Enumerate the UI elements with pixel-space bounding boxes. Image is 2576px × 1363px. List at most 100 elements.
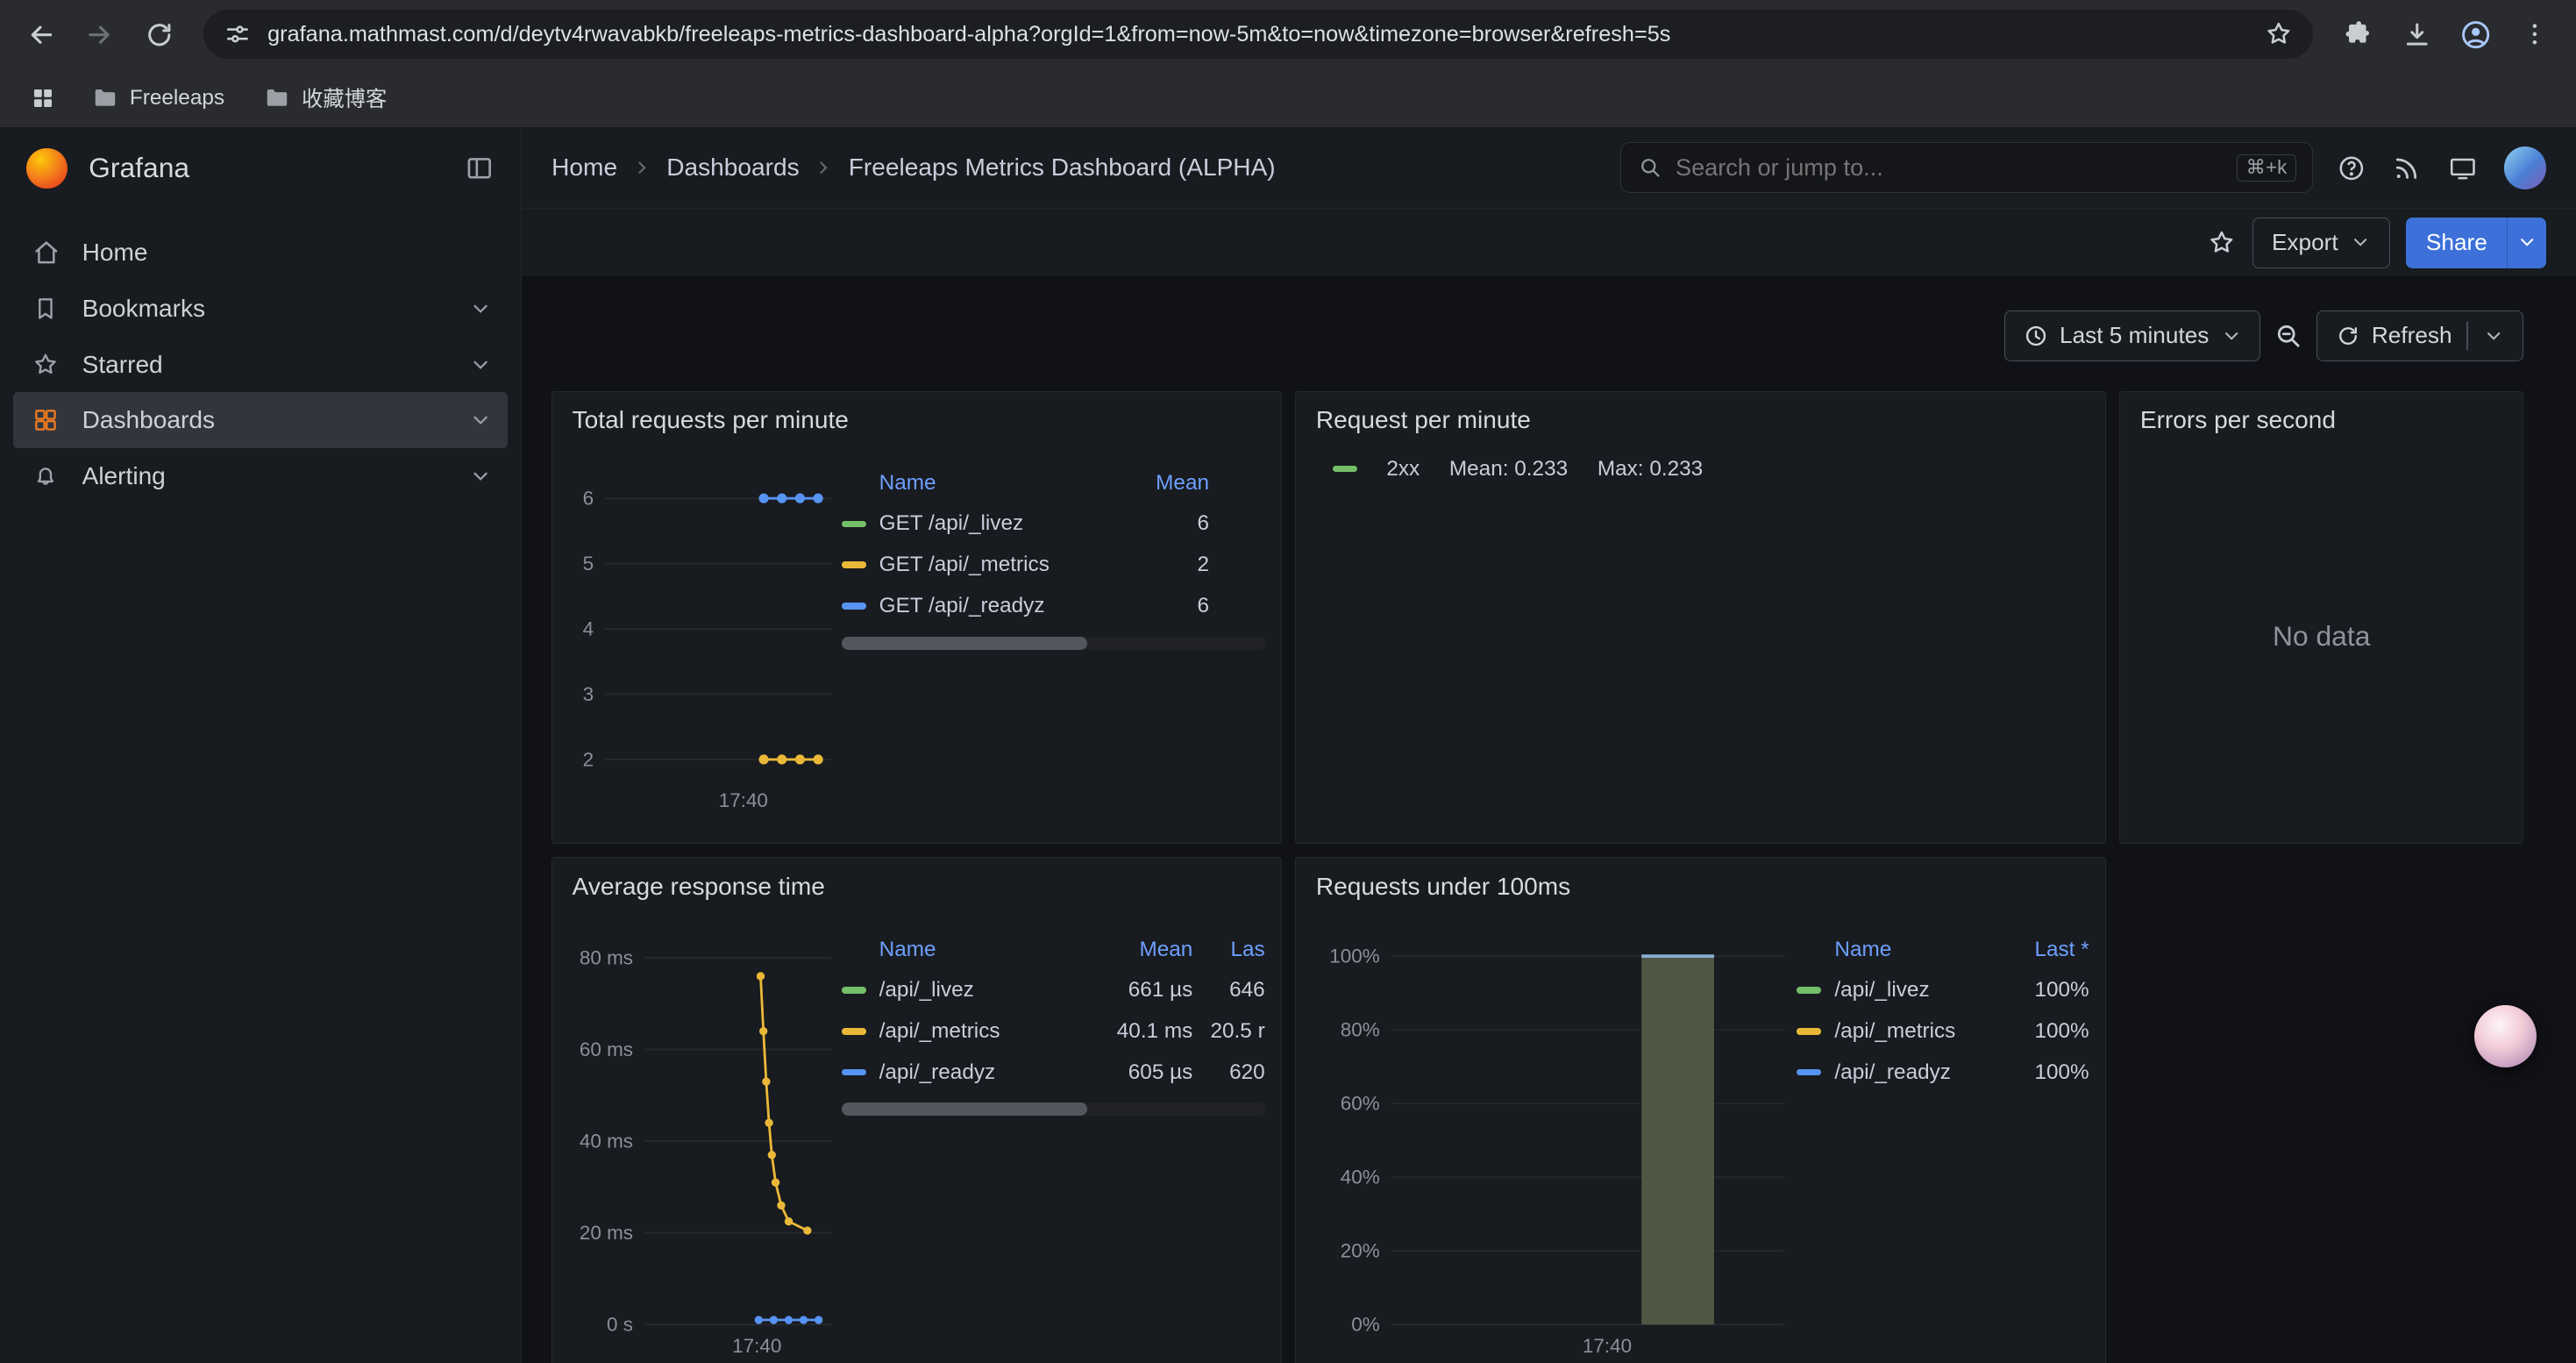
legend-row[interactable]: /api/_livez 661 µs 646 [842, 970, 1265, 1011]
monitor-icon[interactable] [2448, 153, 2478, 183]
sidebar-item-bookmarks[interactable]: Bookmarks [13, 281, 509, 337]
search-input[interactable] [1676, 153, 2224, 182]
legend-inline[interactable]: 2xx Mean: 0.233 Max: 0.233 [1313, 447, 2089, 490]
legend-scrollbar[interactable] [842, 1103, 1265, 1116]
series-mean: 6 [1134, 511, 1209, 536]
forward-icon[interactable] [72, 6, 128, 62]
legend-row[interactable]: GET /api/_metrics 2 [842, 545, 1265, 586]
legend-header-name[interactable]: Name [879, 471, 1134, 496]
series-mean: 605 µs [1100, 1060, 1192, 1085]
legend-row[interactable]: /api/_readyz 100% [1797, 1052, 2089, 1093]
requests-under-100ms-chart[interactable]: 100%80%60%40%20%0%17:40 [1313, 914, 1797, 1363]
legend-row[interactable]: /api/_metrics 100% [1797, 1011, 2089, 1053]
breadcrumb-dashboards[interactable]: Dashboards [666, 153, 799, 182]
legend-table: Name Last * /api/_livez [1797, 914, 2089, 1363]
sidebar-item-label: Dashboards [82, 406, 450, 434]
chevron-right-icon [814, 158, 833, 177]
chevron-down-icon[interactable] [469, 409, 492, 432]
grafana-logo[interactable] [26, 148, 68, 189]
floating-avatar[interactable] [2474, 1005, 2537, 1067]
breadcrumb-home[interactable]: Home [551, 153, 617, 182]
series-name: /api/_readyz [879, 1060, 1101, 1085]
series-last: 20.5 r [1192, 1019, 1264, 1044]
avg-response-time-chart[interactable]: 80 ms60 ms40 ms20 ms0 s17:40 [569, 914, 842, 1363]
search-box[interactable]: ⌘+k [1620, 142, 2313, 193]
panel-title[interactable]: Request per minute [1296, 392, 2105, 448]
grafana-header: Home Dashboards Freeleaps Metrics Dashbo… [522, 128, 2575, 209]
apps-grid-icon[interactable] [19, 75, 65, 121]
series-last: 646 [1192, 978, 1264, 1003]
bookmark-star-icon[interactable] [2264, 19, 2294, 49]
scrollbar-thumb[interactable] [842, 1103, 1087, 1116]
downloads-icon[interactable] [2389, 6, 2445, 62]
time-controls: Last 5 minutes Refresh [522, 277, 2575, 390]
series-color-swatch [1333, 466, 1357, 472]
series-color-swatch [842, 1069, 866, 1075]
panel-total-requests: Total requests per minute 6543217:40 Nam… [551, 391, 1282, 845]
home-icon [30, 238, 62, 268]
legend-header-name[interactable]: Name [1834, 938, 1996, 962]
legend-row[interactable]: /api/_readyz 605 µs 620 [842, 1052, 1265, 1093]
no-data-message: No data [2120, 447, 2523, 825]
svg-text:5: 5 [582, 553, 594, 574]
series-color-swatch [842, 1028, 866, 1034]
legend-row[interactable]: /api/_metrics 40.1 ms 20.5 r [842, 1011, 1265, 1053]
back-icon[interactable] [13, 6, 69, 62]
reload-icon[interactable] [132, 6, 188, 62]
brand-name: Grafana [89, 152, 443, 184]
panel-title[interactable]: Requests under 100ms [1296, 858, 2105, 914]
legend-header-last[interactable]: Last * [1997, 938, 2089, 962]
panel-title[interactable]: Average response time [552, 858, 1281, 914]
extensions-icon[interactable] [2330, 6, 2386, 62]
favorite-star-icon[interactable] [2207, 228, 2237, 258]
chevron-down-icon[interactable] [469, 353, 492, 376]
legend-header-last[interactable]: Las [1192, 938, 1264, 962]
menu-kebab-icon[interactable] [2507, 6, 2563, 62]
user-avatar[interactable] [2504, 146, 2547, 189]
time-range-picker[interactable]: Last 5 minutes [2004, 310, 2260, 361]
panel-title[interactable]: Errors per second [2120, 392, 2523, 448]
export-button[interactable]: Export [2252, 218, 2389, 268]
sidebar-item-starred[interactable]: Starred [13, 337, 509, 393]
legend-row[interactable]: GET /api/_readyz 6 [842, 586, 1265, 627]
scrollbar-thumb[interactable] [842, 637, 1087, 650]
url-bar[interactable]: grafana.mathmast.com/d/deytv4rwavabkb/fr… [203, 10, 2313, 59]
sidebar-item-home[interactable]: Home [13, 225, 509, 282]
legend-header-mean[interactable]: Mean [1134, 471, 1209, 496]
refresh-interval-dropdown-icon[interactable] [2483, 325, 2504, 346]
folder-icon [92, 85, 118, 111]
sidebar-item-alerting[interactable]: Alerting [13, 448, 509, 504]
chevron-down-icon[interactable] [469, 297, 492, 320]
chevron-down-icon[interactable] [469, 465, 492, 488]
legend-header-name[interactable]: Name [879, 938, 1101, 962]
series-color-swatch [842, 603, 866, 609]
site-controls-icon[interactable] [224, 20, 252, 48]
sidebar-item-dashboards[interactable]: Dashboards [13, 392, 509, 448]
sidebar-toggle-icon[interactable] [464, 153, 495, 184]
legend-row[interactable]: GET /api/_livez 6 [842, 503, 1265, 545]
share-label: Share [2426, 229, 2487, 256]
url-text[interactable]: grafana.mathmast.com/d/deytv4rwavabkb/fr… [267, 22, 2247, 47]
legend-header-mean[interactable]: Mean [1100, 938, 1192, 962]
svg-text:2: 2 [582, 749, 594, 771]
panel-grid: Total requests per minute 6543217:40 Nam… [522, 391, 2575, 1363]
news-rss-icon[interactable] [2392, 153, 2422, 183]
sidebar-item-label: Starred [82, 351, 450, 379]
series-max: Max: 0.233 [1598, 457, 1703, 482]
divider [2466, 322, 2468, 350]
bookmark-folder-blogs[interactable]: 收藏博客 [251, 76, 400, 120]
sidebar-menu: Home Bookmarks Starred Dashboards [0, 209, 521, 504]
chevron-down-icon [2350, 232, 2371, 253]
share-button[interactable]: Share [2406, 218, 2507, 268]
share-dropdown-icon[interactable] [2507, 218, 2546, 268]
svg-text:17:40: 17:40 [1583, 1335, 1632, 1357]
panel-title[interactable]: Total requests per minute [552, 392, 1281, 448]
legend-row[interactable]: /api/_livez 100% [1797, 970, 2089, 1011]
refresh-button[interactable]: Refresh [2316, 310, 2523, 361]
legend-scrollbar[interactable] [842, 637, 1265, 650]
bookmark-folder-freeleaps[interactable]: Freeleaps [79, 78, 238, 118]
zoom-out-icon[interactable] [2274, 310, 2303, 361]
profile-icon[interactable] [2448, 6, 2504, 62]
total-requests-chart[interactable]: 6543217:40 [569, 447, 842, 825]
help-icon[interactable] [2337, 153, 2366, 183]
